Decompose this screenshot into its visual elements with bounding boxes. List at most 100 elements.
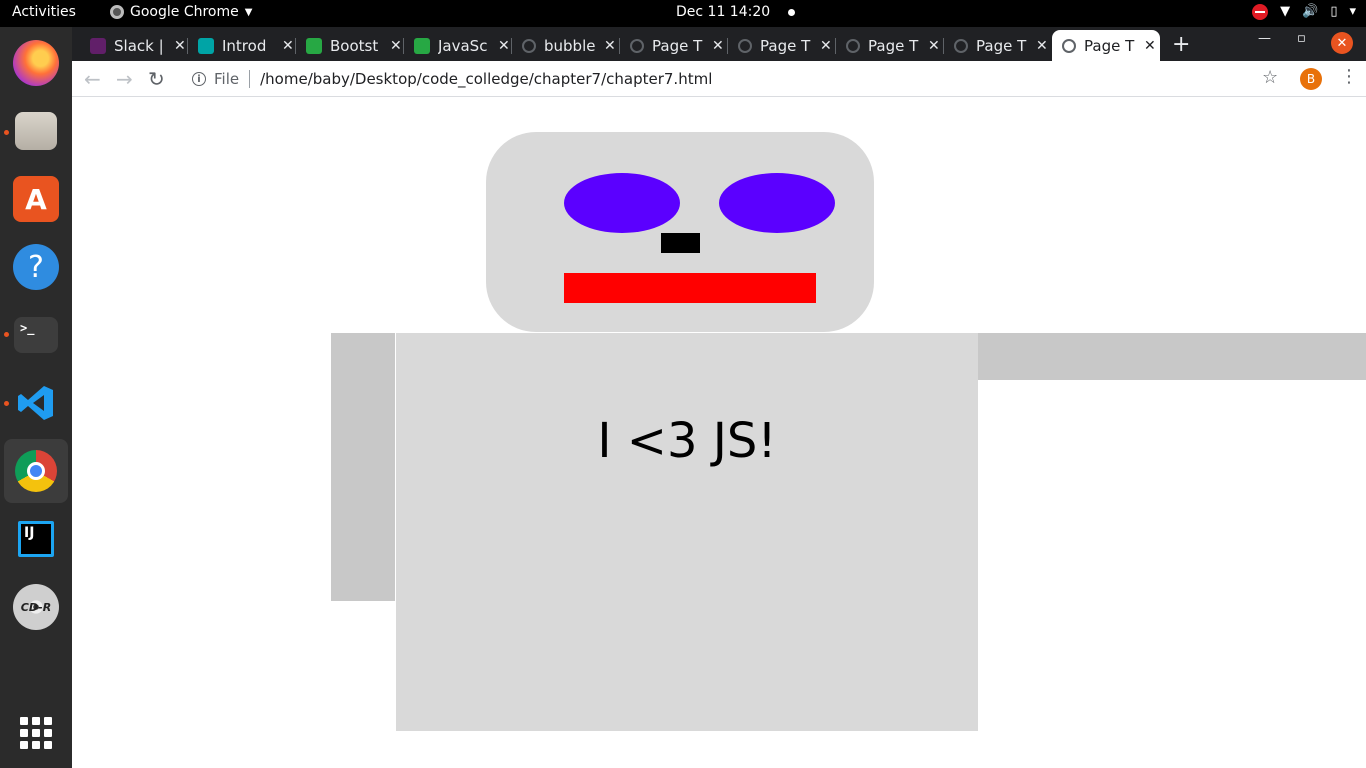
files-icon <box>15 112 57 150</box>
tab-introduction[interactable]: Introd ✕ <box>188 30 296 61</box>
chrome-small-icon <box>110 5 124 19</box>
clock-label: Dec 11 14:20 <box>676 4 771 20</box>
close-icon[interactable]: ✕ <box>604 38 616 54</box>
terminal-icon: >_ <box>14 317 58 353</box>
robot-right-eye <box>719 173 835 233</box>
robot-body: I <3 JS! <box>396 333 978 731</box>
close-icon[interactable]: ✕ <box>390 38 402 54</box>
tab-page[interactable]: Page T ✕ <box>836 30 944 61</box>
page-viewport: I <3 JS! <box>72 98 1366 768</box>
dock-intellij[interactable]: IJ <box>4 507 68 571</box>
globe-favicon-icon <box>630 38 644 53</box>
tab-title: Page T <box>976 36 1027 55</box>
info-icon[interactable]: i <box>192 72 206 86</box>
globe-favicon-icon <box>1062 38 1076 53</box>
app-menu[interactable]: Google Chrome ▼ <box>110 4 252 20</box>
system-menu-caret-icon: ▾ <box>1349 4 1356 19</box>
dock-cd-r[interactable]: CD-R <box>4 575 68 639</box>
battery-icon: ▯ <box>1330 4 1338 19</box>
robot-body-text: I <3 JS! <box>597 413 777 469</box>
tab-javascript[interactable]: JavaSc ✕ <box>404 30 512 61</box>
tab-slack[interactable]: Slack | ✕ <box>80 30 188 61</box>
dock-vscode[interactable] <box>4 371 68 435</box>
tab-bootstrap[interactable]: Bootst ✕ <box>296 30 404 61</box>
tab-strip: Slack | ✕ Introd ✕ Bootst ✕ JavaSc ✕ bub… <box>72 27 1366 61</box>
bootstrap-favicon-icon <box>306 37 322 54</box>
tab-title: Page T <box>760 36 811 55</box>
intellij-icon: IJ <box>18 521 54 557</box>
bubble-favicon-icon <box>522 38 536 53</box>
dock-terminal[interactable]: >_ <box>4 303 68 367</box>
dock-chrome[interactable] <box>4 439 68 503</box>
close-icon[interactable]: ✕ <box>282 38 294 54</box>
close-icon[interactable]: ✕ <box>820 38 832 54</box>
help-icon: ? <box>13 244 59 290</box>
show-apps-icon[interactable] <box>20 717 52 749</box>
forward-icon[interactable]: → <box>116 67 133 91</box>
globe-favicon-icon <box>846 38 860 53</box>
javascript-favicon-icon <box>414 37 430 54</box>
robot-right-arm <box>978 333 1366 380</box>
close-icon[interactable]: ✕ <box>498 38 510 54</box>
dock-software[interactable]: A <box>4 167 68 231</box>
back-icon[interactable]: ← <box>84 67 101 91</box>
system-tray[interactable]: ▼ 🔊 ▯ ▾ <box>1252 4 1356 20</box>
close-icon[interactable]: ✕ <box>1144 38 1156 54</box>
vscode-icon <box>13 380 59 426</box>
robot-nose <box>661 233 700 253</box>
dock: A ? >_ IJ CD-R <box>0 27 72 768</box>
close-icon[interactable]: ✕ <box>1036 38 1048 54</box>
slack-favicon-icon <box>90 37 106 54</box>
robot-left-eye <box>564 173 680 233</box>
tab-page[interactable]: Page T ✕ <box>944 30 1052 61</box>
cd-r-label: CD-R <box>20 600 52 614</box>
restore-icon[interactable]: ▫ <box>1297 31 1306 46</box>
tab-title: Page T <box>652 36 703 55</box>
address-bar[interactable]: i File /home/baby/Desktop/code_colledge/… <box>180 64 1292 94</box>
tab-title: Page T <box>1084 36 1135 55</box>
tab-bubble[interactable]: bubble ✕ <box>512 30 620 61</box>
software-icon: A <box>13 176 59 222</box>
firefox-icon <box>13 40 59 86</box>
notification-dot-icon <box>788 8 796 16</box>
new-tab-icon[interactable]: + <box>1172 32 1190 57</box>
reload-icon[interactable]: ↻ <box>148 67 165 91</box>
intro-favicon-icon <box>198 37 214 54</box>
robot-mouth <box>564 273 816 303</box>
close-icon[interactable]: ✕ <box>928 38 940 54</box>
tab-page[interactable]: Page T ✕ <box>620 30 728 61</box>
tab-page[interactable]: Page T ✕ <box>728 30 836 61</box>
app-menu-label: Google Chrome <box>130 4 239 20</box>
minimize-icon[interactable]: — <box>1258 31 1271 46</box>
globe-favicon-icon <box>738 38 752 53</box>
tab-title: JavaSc <box>438 36 488 55</box>
robot-head <box>486 132 874 332</box>
dock-files[interactable] <box>4 99 68 163</box>
dock-help[interactable]: ? <box>4 235 68 299</box>
tab-title: Bootst <box>330 36 379 55</box>
browser-toolbar: ← → ↻ i File /home/baby/Desktop/code_col… <box>72 61 1366 97</box>
dock-firefox[interactable] <box>4 31 68 95</box>
menu-kebab-icon[interactable]: ⋮ <box>1340 66 1358 87</box>
tab-title: bubble <box>544 36 596 55</box>
tab-page-active[interactable]: Page T ✕ <box>1052 30 1160 61</box>
tab-title: Introd <box>222 36 267 55</box>
activities-button[interactable]: Activities <box>12 4 76 20</box>
close-icon[interactable]: ✕ <box>712 38 724 54</box>
globe-favicon-icon <box>954 38 968 53</box>
tab-title: Page T <box>868 36 919 55</box>
scheme-label: File <box>214 70 240 88</box>
wifi-icon: ▼ <box>1280 4 1291 19</box>
cd-r-icon: CD-R <box>13 584 59 630</box>
top-panel: Activities Google Chrome ▼ Dec 11 14:20 … <box>0 0 1366 27</box>
close-icon[interactable]: ✕ <box>174 38 186 54</box>
do-not-disturb-icon <box>1252 4 1269 20</box>
window-close-icon[interactable]: ✕ <box>1331 32 1353 54</box>
robot-left-arm <box>331 333 395 601</box>
tab-title: Slack | <box>114 36 164 55</box>
bookmark-star-icon[interactable]: ☆ <box>1262 67 1278 88</box>
clock[interactable]: Dec 11 14:20 <box>676 4 796 20</box>
url-text[interactable]: /home/baby/Desktop/code_colledge/chapter… <box>260 70 712 88</box>
profile-avatar[interactable]: B <box>1300 68 1322 90</box>
chrome-icon <box>15 450 57 492</box>
